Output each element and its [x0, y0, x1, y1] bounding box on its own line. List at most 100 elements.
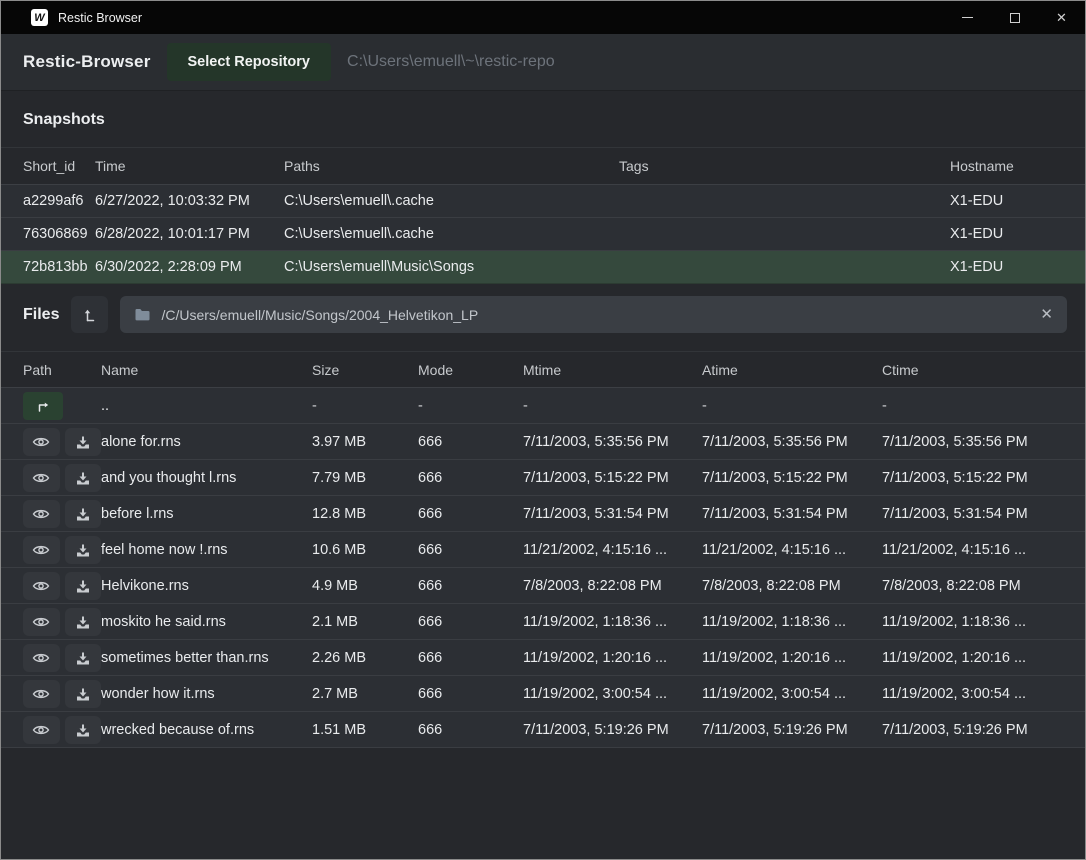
download-button[interactable] — [65, 428, 102, 456]
close-button[interactable]: ✕ — [1038, 1, 1085, 34]
snapshot-paths: C:\Users\emuell\Music\Songs — [284, 259, 619, 275]
window-title: Restic Browser — [58, 11, 142, 25]
clear-path-icon[interactable]: ✕ — [1040, 307, 1053, 322]
file-name: and you thought l.rns — [101, 470, 312, 486]
download-button[interactable] — [65, 500, 102, 528]
download-icon — [75, 722, 91, 738]
file-mtime: 11/19/2002, 1:18:36 ... — [523, 614, 702, 630]
download-icon — [75, 578, 91, 594]
eye-icon — [32, 471, 50, 485]
file-name: wonder how it.rns — [101, 686, 312, 702]
preview-button[interactable] — [23, 680, 60, 708]
file-size: 10.6 MB — [312, 542, 418, 558]
download-icon — [75, 614, 91, 630]
file-atime: 7/8/2003, 8:22:08 PM — [702, 578, 882, 594]
download-icon — [75, 650, 91, 666]
files-heading: Files — [23, 306, 59, 324]
select-repository-button[interactable]: Select Repository — [167, 43, 332, 81]
file-mode: 666 — [418, 578, 523, 594]
download-button[interactable] — [65, 464, 102, 492]
file-size: 12.8 MB — [312, 506, 418, 522]
download-button[interactable] — [65, 680, 102, 708]
current-path-text: /C/Users/emuell/Music/Songs/2004_Helveti… — [161, 307, 1030, 323]
file-mode: 666 — [418, 650, 523, 666]
app-window: W Restic Browser ✕ Restic-Browser Select… — [0, 0, 1086, 860]
download-button[interactable] — [65, 608, 102, 636]
snapshot-time: 6/28/2022, 10:01:17 PM — [95, 226, 284, 242]
col-short-id: Short_id — [1, 158, 95, 174]
eye-icon — [32, 543, 50, 557]
eye-icon — [32, 507, 50, 521]
file-atime: 11/21/2002, 4:15:16 ... — [702, 542, 882, 558]
col-mode: Mode — [418, 362, 523, 378]
preview-button[interactable] — [23, 572, 60, 600]
snapshot-row[interactable]: 76306869 6/28/2022, 10:01:17 PM C:\Users… — [1, 218, 1085, 251]
download-icon — [75, 434, 91, 450]
snapshot-short-id: 76306869 — [1, 226, 95, 242]
file-mtime: 7/11/2003, 5:35:56 PM — [523, 434, 702, 450]
maximize-icon — [1010, 13, 1020, 23]
file-mtime: 7/11/2003, 5:15:22 PM — [523, 470, 702, 486]
parent-directory-row: .. - - - - - — [1, 388, 1085, 424]
preview-button[interactable] — [23, 716, 60, 744]
eye-icon — [32, 579, 50, 593]
file-mtime: 11/19/2002, 1:20:16 ... — [523, 650, 702, 666]
file-row: moskito he said.rns 2.1 MB 666 11/19/200… — [1, 604, 1085, 640]
col-size: Size — [312, 362, 418, 378]
file-atime: 7/11/2003, 5:19:26 PM — [702, 722, 882, 738]
go-up-button[interactable] — [23, 392, 63, 420]
go-to-root-button[interactable] — [71, 296, 108, 333]
file-atime: 11/19/2002, 3:00:54 ... — [702, 686, 882, 702]
file-size: 2.7 MB — [312, 686, 418, 702]
snapshot-time: 6/27/2022, 10:03:32 PM — [95, 193, 284, 209]
file-mode: 666 — [418, 470, 523, 486]
col-paths: Paths — [284, 158, 619, 174]
download-icon — [75, 506, 91, 522]
file-mode: - — [418, 398, 523, 414]
download-icon — [75, 542, 91, 558]
download-button[interactable] — [65, 644, 102, 672]
snapshot-row[interactable]: a2299af6 6/27/2022, 10:03:32 PM C:\Users… — [1, 185, 1085, 218]
file-ctime: - — [882, 398, 1085, 414]
download-button[interactable] — [65, 536, 102, 564]
file-mode: 666 — [418, 506, 523, 522]
file-size: 2.1 MB — [312, 614, 418, 630]
file-ctime: 7/11/2003, 5:35:56 PM — [882, 434, 1085, 450]
preview-button[interactable] — [23, 428, 60, 456]
snapshot-row-selected[interactable]: 72b813bb 6/30/2022, 2:28:09 PM C:\Users\… — [1, 251, 1085, 284]
snapshots-table-header: Short_id Time Paths Tags Hostname — [1, 147, 1085, 185]
file-name: feel home now !.rns — [101, 542, 312, 558]
maximize-button[interactable] — [991, 1, 1038, 34]
file-ctime: 7/8/2003, 8:22:08 PM — [882, 578, 1085, 594]
current-path-input[interactable]: /C/Users/emuell/Music/Songs/2004_Helveti… — [120, 296, 1067, 333]
turn-up-right-icon — [35, 398, 51, 414]
preview-button[interactable] — [23, 500, 60, 528]
file-row: sometimes better than.rns 2.26 MB 666 11… — [1, 640, 1085, 676]
col-ctime: Ctime — [882, 362, 1085, 378]
minimize-button[interactable] — [944, 1, 991, 34]
col-tags: Tags — [619, 158, 950, 174]
snapshot-paths: C:\Users\emuell\.cache — [284, 193, 619, 209]
col-name: Name — [101, 362, 312, 378]
file-mtime: 7/11/2003, 5:31:54 PM — [523, 506, 702, 522]
file-atime: 7/11/2003, 5:31:54 PM — [702, 506, 882, 522]
preview-button[interactable] — [23, 536, 60, 564]
preview-button[interactable] — [23, 644, 60, 672]
col-hostname: Hostname — [950, 158, 1085, 174]
eye-icon — [32, 435, 50, 449]
file-atime: 11/19/2002, 1:20:16 ... — [702, 650, 882, 666]
col-mtime: Mtime — [523, 362, 702, 378]
file-size: 3.97 MB — [312, 434, 418, 450]
snapshot-time: 6/30/2022, 2:28:09 PM — [95, 259, 284, 275]
download-button[interactable] — [65, 716, 102, 744]
col-time: Time — [95, 158, 284, 174]
titlebar: W Restic Browser ✕ — [1, 1, 1085, 34]
snapshot-hostname: X1-EDU — [950, 226, 1085, 242]
file-atime: 7/11/2003, 5:15:22 PM — [702, 470, 882, 486]
titlebar-left: W Restic Browser — [1, 9, 944, 26]
preview-button[interactable] — [23, 464, 60, 492]
preview-button[interactable] — [23, 608, 60, 636]
snapshot-paths: C:\Users\emuell\.cache — [284, 226, 619, 242]
file-row: and you thought l.rns 7.79 MB 666 7/11/2… — [1, 460, 1085, 496]
download-button[interactable] — [65, 572, 102, 600]
